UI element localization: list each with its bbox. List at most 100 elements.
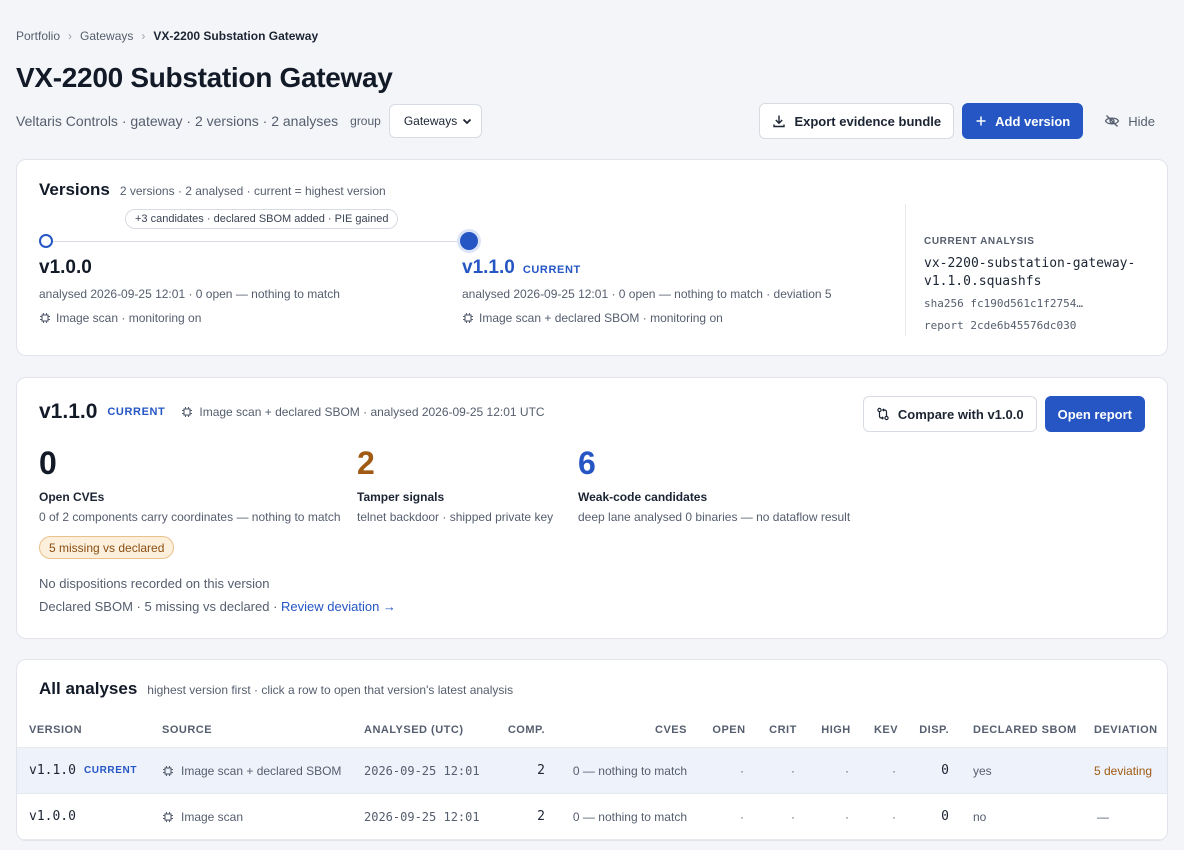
divider: [905, 204, 906, 336]
row-crit: ·: [791, 763, 795, 778]
row-comp: 2: [537, 763, 545, 778]
metric-label: Tamper signals: [357, 490, 445, 504]
chevron-right-icon: ›: [141, 29, 146, 43]
page-subtitle-row: Veltaris Controls · gateway · 2 versions…: [16, 104, 482, 138]
row-version-text: v1.0.0: [29, 809, 76, 824]
export-evidence-button[interactable]: Export evidence bundle: [759, 103, 955, 139]
version-name: v1.1.0 CURRENT: [462, 257, 832, 279]
page-subtitle: Veltaris Controls · gateway · 2 versions…: [16, 113, 339, 129]
download-icon: [773, 115, 786, 128]
row-deviation: —: [1097, 809, 1109, 824]
breadcrumb: Portfolio › Gateways › VX-2200 Substatio…: [16, 29, 318, 43]
review-deviation-link[interactable]: Review deviation →: [281, 599, 396, 614]
hide-label: Hide: [1128, 113, 1155, 129]
current-analysis-sha: sha256 fc190d561c1f2754…: [924, 297, 1083, 310]
metric-open-cves: 0 Open CVEs 0 of 2 components carry coor…: [39, 446, 341, 524]
row-analysed: 2026-09-25 12:01: [364, 763, 480, 778]
group-select-value: Gateways: [403, 114, 458, 128]
metric-label: Weak-code candidates: [578, 490, 708, 504]
version-source-text: Image scan · monitoring on: [56, 311, 202, 325]
missing-declared-badge: 5 missing vs declared: [39, 536, 175, 559]
versions-title: Versions: [39, 180, 110, 199]
col-crit[interactable]: CRIT: [764, 712, 802, 747]
current-badge: CURRENT: [522, 264, 581, 276]
group-select[interactable]: Gateways: [388, 104, 482, 138]
row-deviation: 5 deviating: [1094, 763, 1153, 778]
table-row[interactable]: v1.1.0 CURRENT Image scan + declared SBO…: [17, 748, 1167, 794]
hide-button[interactable]: Hide: [1091, 103, 1168, 139]
current-analysis-label: CURRENT ANALYSIS: [924, 236, 1035, 247]
declared-sbom-text: Declared SBOM · 5 missing vs declared ·: [39, 599, 282, 614]
row-source-text: Image scan + declared SBOM: [181, 763, 342, 778]
page-actions: Export evidence bundle Add version Hide: [759, 103, 1168, 139]
version-detail-card: v1.1.0 CURRENT Image scan + declared SBO…: [16, 377, 1168, 639]
page-title: VX-2200 Substation Gateway: [16, 62, 393, 93]
col-deviation[interactable]: DEVIATION: [1094, 712, 1158, 747]
chip-icon: [163, 765, 173, 776]
metric-sub: deep lane analysed 0 binaries — no dataf…: [578, 510, 851, 524]
current-analysis-file: vx-2200-substation-gateway-v1.1.0.squash…: [924, 256, 1136, 289]
row-source-text: Image scan: [181, 809, 244, 824]
metric-weak-code: 6 Weak-code candidates deep lane analyse…: [578, 446, 850, 524]
version-timeline: [46, 241, 469, 242]
col-analysed[interactable]: ANALYSED (UTC): [364, 712, 464, 747]
col-declared-sbom[interactable]: DECLARED SBOM: [973, 712, 1077, 747]
current-analysis-panel: CURRENT ANALYSIS vx-2200-substation-gate…: [924, 236, 1144, 332]
row-source: Image scan: [162, 794, 243, 839]
chip-icon: [182, 407, 193, 417]
detail-source-text: Image scan + declared SBOM · analysed 20…: [199, 405, 545, 419]
metric-value: 0: [39, 445, 57, 481]
row-comp: 2: [537, 809, 545, 824]
all-analyses-card: All analyses highest version first · cli…: [16, 659, 1168, 841]
detail-version: v1.1.0: [39, 400, 98, 423]
metric-label: Open CVEs: [39, 490, 105, 504]
version-source: Image scan + declared SBOM · monitoring …: [462, 311, 832, 325]
breadcrumb-portfolio[interactable]: Portfolio: [16, 29, 60, 43]
current-badge: CURRENT: [107, 406, 166, 418]
analyses-title: All analyses: [39, 679, 138, 698]
current-analysis-report: report 2cde6b45576dc030: [924, 319, 1077, 332]
metric-sub: telnet backdoor · shipped private key: [357, 510, 554, 524]
version-item-v1-0-0[interactable]: v1.0.0 analysed 2026-09-25 12:01 · 0 ope…: [39, 257, 340, 325]
col-cves[interactable]: CVES: [617, 712, 687, 747]
dispositions-note: No dispositions recorded on this version: [39, 576, 270, 591]
col-disp[interactable]: DISP.: [907, 712, 949, 747]
add-version-label: Add version: [995, 113, 1071, 129]
col-kev[interactable]: KEV: [867, 712, 905, 747]
version-item-v1-1-0[interactable]: v1.1.0 CURRENT analysed 2026-09-25 12:01…: [462, 257, 832, 325]
version-source: Image scan · monitoring on: [39, 311, 340, 325]
metric-value: 2: [357, 445, 375, 481]
row-declared-sbom: no: [973, 809, 987, 824]
col-open[interactable]: OPEN: [710, 712, 748, 747]
timeline-node-v1-0-0[interactable]: [39, 234, 53, 248]
versions-card: Versions 2 versions · 2 analysed · curre…: [16, 159, 1168, 356]
col-source[interactable]: SOURCE: [162, 712, 212, 747]
version-name-text: v1.1.0: [462, 257, 515, 278]
current-badge: CURRENT: [83, 765, 138, 776]
version-meta: analysed 2026-09-25 12:01 · 0 open — not…: [462, 287, 832, 301]
compare-button[interactable]: Compare with v1.0.0: [862, 396, 1037, 432]
table-header: VERSION SOURCE ANALYSED (UTC) COMP. CVES…: [17, 712, 1167, 748]
row-cves: 0 — nothing to match: [572, 763, 687, 778]
version-source-text: Image scan + declared SBOM · monitoring …: [479, 311, 723, 325]
timeline-node-v1-1-0[interactable]: [460, 232, 478, 250]
col-version[interactable]: VERSION: [29, 712, 82, 747]
open-report-button[interactable]: Open report: [1044, 396, 1145, 432]
row-version-text: v1.1.0: [29, 763, 76, 778]
chip-icon: [463, 313, 473, 323]
row-declared-sbom: yes: [973, 763, 992, 778]
table-row[interactable]: v1.0.0 Image scan 2026-09-25 12:01 2 0 —…: [17, 794, 1167, 840]
row-source: Image scan + declared SBOM: [162, 748, 341, 793]
row-high: ·: [845, 763, 849, 778]
add-version-button[interactable]: Add version: [962, 103, 1084, 139]
compare-icon: [877, 407, 889, 421]
chip-icon: [40, 313, 50, 323]
analyses-table: VERSION SOURCE ANALYSED (UTC) COMP. CVES…: [17, 712, 1167, 840]
breadcrumb-gateways[interactable]: Gateways: [80, 29, 133, 43]
metric-tamper-signals: 2 Tamper signals telnet backdoor · shipp…: [357, 446, 553, 524]
version-name-text: v1.0.0: [39, 257, 92, 278]
col-comp[interactable]: COMP.: [497, 712, 545, 747]
version-meta: analysed 2026-09-25 12:01 · 0 open — not…: [39, 287, 340, 301]
col-high[interactable]: HIGH: [817, 712, 855, 747]
metric-value: 6: [578, 445, 596, 481]
